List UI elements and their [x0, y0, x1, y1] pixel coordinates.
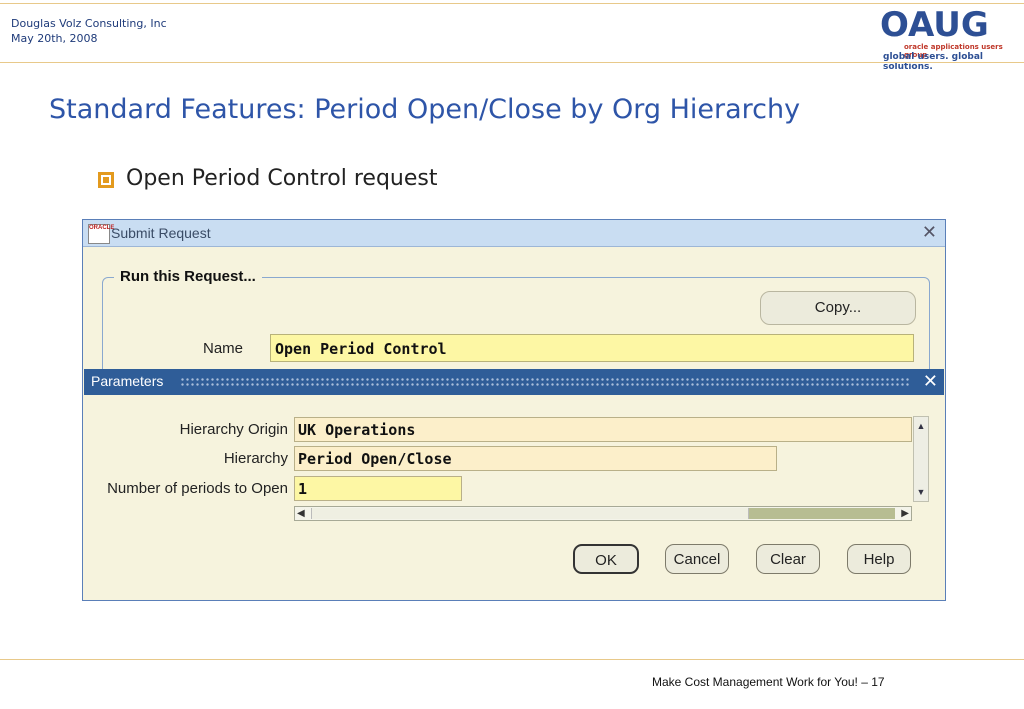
scroll-down-icon[interactable]: ▼ — [915, 485, 927, 499]
periods-to-open-label: Number of periods to Open — [107, 480, 288, 497]
scroll-up-icon[interactable]: ▲ — [915, 419, 927, 433]
vertical-scrollbar[interactable]: ▲ ▼ — [913, 416, 929, 502]
logo-wordmark: OAUG — [880, 5, 989, 45]
submit-request-titlebar: ORACLE Submit Request ✕ — [83, 220, 945, 247]
header-rule-bottom — [0, 62, 1024, 63]
scroll-left-icon[interactable]: ◀ — [297, 507, 305, 520]
periods-to-open-field[interactable]: 1 — [294, 476, 462, 501]
slide-header: Douglas Volz Consulting, Inc May 20th, 2… — [11, 16, 167, 46]
scroll-thumb[interactable] — [311, 508, 749, 519]
scroll-right-icon[interactable]: ▶ — [901, 507, 909, 520]
copy-button[interactable]: Copy... — [760, 291, 916, 325]
oracle-app-icon: ORACLE — [88, 224, 114, 244]
hierarchy-label: Hierarchy — [223, 450, 288, 467]
company-name: Douglas Volz Consulting, Inc — [11, 17, 167, 30]
parameters-dialog: Parameters ✕ Hierarchy Origin UK Operati… — [84, 369, 944, 600]
close-icon[interactable]: ✕ — [922, 222, 937, 243]
slide-title: Standard Features: Period Open/Close by … — [49, 94, 801, 125]
header-rule-top — [0, 3, 1024, 4]
parameters-title: Parameters — [91, 373, 164, 389]
titlebar-grip — [180, 377, 910, 387]
cancel-button[interactable]: Cancel — [665, 544, 729, 574]
scroll-trough[interactable] — [749, 508, 895, 519]
horizontal-scrollbar[interactable]: ◀ ▶ — [294, 506, 912, 521]
footer-rule — [0, 659, 1024, 660]
ok-button[interactable]: OK — [573, 544, 639, 574]
hierarchy-field[interactable]: Period Open/Close — [294, 446, 777, 471]
footer-text: Make Cost Management Work for You! – 17 — [652, 675, 885, 689]
presentation-date: May 20th, 2008 — [11, 32, 98, 45]
name-label: Name — [203, 340, 244, 357]
hierarchy-origin-field[interactable]: UK Operations — [294, 417, 912, 442]
hierarchy-origin-label: Hierarchy Origin — [179, 421, 288, 438]
oaug-logo: OAUG oracle applications users group glo… — [880, 5, 1020, 72]
name-field[interactable]: Open Period Control — [270, 334, 914, 362]
oracle-forms-screenshot: ORACLE Submit Request ✕ Run this Request… — [82, 219, 946, 601]
bullet-square-icon — [98, 172, 114, 188]
clear-button[interactable]: Clear — [756, 544, 820, 574]
close-icon[interactable]: ✕ — [923, 371, 938, 392]
submit-request-title: Submit Request — [111, 225, 211, 241]
bullet-text: Open Period Control request — [126, 166, 438, 191]
run-request-label: Run this Request... — [114, 268, 262, 285]
parameters-titlebar: Parameters ✕ — [84, 369, 944, 395]
help-button[interactable]: Help — [847, 544, 911, 574]
